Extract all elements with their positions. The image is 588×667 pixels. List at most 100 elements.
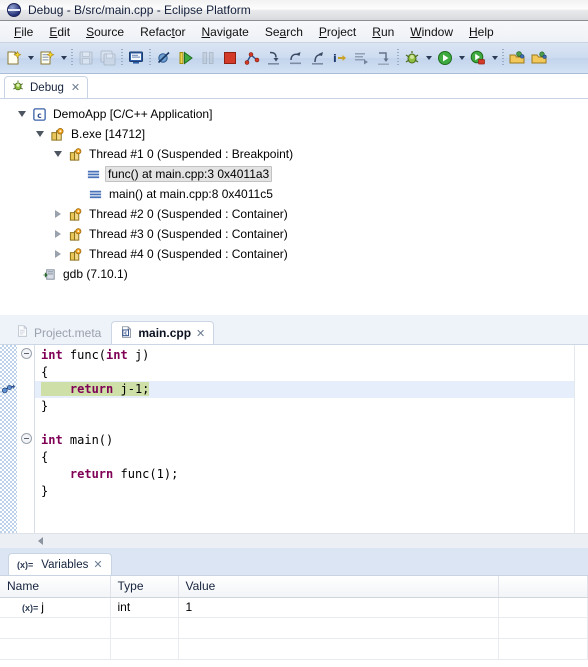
tree-row[interactable]: c DemoApp [C/C++ Application] [0, 104, 588, 124]
thread-icon [66, 206, 84, 222]
expand-twisty-icon[interactable] [50, 144, 66, 164]
column-header-type[interactable]: Type [110, 576, 179, 598]
tree-row[interactable]: Thread #4 0 (Suspended : Container) [0, 244, 588, 264]
new-file-icon[interactable] [3, 47, 25, 69]
debug-bug-icon[interactable] [401, 47, 423, 69]
debug-tree[interactable]: c DemoApp [C/C++ Application] B.exe [147… [0, 98, 588, 315]
collapse-twisty-icon[interactable] [50, 204, 66, 224]
collapse-twisty-icon[interactable] [50, 244, 66, 264]
code-line[interactable]: int func(int j) [35, 347, 574, 364]
tree-row[interactable]: Thread #2 0 (Suspended : Container) [0, 204, 588, 224]
instruction-step-icon[interactable]: i [329, 47, 351, 69]
tab-debug[interactable]: Debug ✕ [4, 76, 89, 98]
collapse-twisty-icon[interactable] [50, 224, 66, 244]
code-line-current[interactable]: return j-1; [35, 381, 574, 398]
open-folder-icon[interactable] [506, 47, 528, 69]
tree-row[interactable]: Thread #3 0 (Suspended : Container) [0, 224, 588, 244]
menu-item-project[interactable]: Project [311, 23, 364, 41]
tree-row[interactable]: func() at main.cpp:3 0x4011a3 [0, 164, 588, 184]
tab-project-meta-label: Project.meta [34, 325, 102, 340]
tab-project-meta[interactable]: Project.meta [8, 321, 109, 344]
debug-view-tab-strip: Debug ✕ [0, 74, 588, 98]
tree-row[interactable]: gdb (7.10.1) [0, 264, 588, 284]
fold-collapse-icon[interactable] [21, 433, 32, 444]
suspend-icon [197, 47, 219, 69]
tree-row[interactable]: B.exe [14712] [0, 124, 588, 144]
code-line[interactable]: } [35, 398, 574, 415]
expand-twisty-icon[interactable] [32, 124, 48, 144]
chevron-down-icon[interactable] [423, 47, 434, 69]
resume-icon[interactable] [175, 47, 197, 69]
tab-main-cpp[interactable]: c main.cpp ✕ [111, 321, 215, 344]
close-icon[interactable]: ✕ [71, 81, 80, 94]
close-icon[interactable]: ✕ [196, 327, 205, 340]
menu-item-source[interactable]: Source [78, 23, 132, 41]
step-into-icon[interactable] [263, 47, 285, 69]
scroll-left-icon[interactable] [38, 537, 43, 545]
debug-current-instruction-icon [1, 381, 16, 401]
empty-cell [0, 638, 111, 660]
fold-collapse-icon[interactable] [21, 348, 32, 359]
tree-row-label: main() at main.cpp:8 0x4011c5 [109, 187, 273, 201]
terminate-icon[interactable] [219, 47, 241, 69]
tree-row[interactable]: Thread #1 0 (Suspended : Breakpoint) [0, 144, 588, 164]
console-icon[interactable] [125, 47, 147, 69]
table-row[interactable] [0, 638, 588, 660]
chevron-down-icon[interactable] [456, 47, 467, 69]
editor-frame: int func(int j) { return j-1; } int main… [0, 344, 588, 548]
table-row[interactable]: (x)= j int 1 [0, 597, 588, 618]
toolbar-separator [121, 49, 123, 67]
chevron-down-icon[interactable] [489, 47, 500, 69]
step-return-icon[interactable] [307, 47, 329, 69]
close-icon[interactable]: ✕ [93, 558, 102, 571]
code-editor[interactable]: int func(int j) { return j-1; } int main… [35, 345, 574, 533]
variable-type-cell: int [110, 597, 179, 618]
empty-cell [178, 638, 499, 660]
variable-value-cell[interactable]: 1 [178, 597, 499, 618]
table-row[interactable] [0, 617, 588, 639]
editor-folding-ruler[interactable] [17, 345, 35, 533]
menu-item-refactor[interactable]: Refactor [132, 23, 193, 41]
column-header-value[interactable]: Value [178, 576, 499, 598]
chevron-down-icon[interactable] [58, 47, 69, 69]
empty-cell [498, 617, 588, 639]
tree-row[interactable]: main() at main.cpp:8 0x4011c5 [0, 184, 588, 204]
menu-item-run[interactable]: Run [364, 23, 402, 41]
menu-bar: File Edit Source Refactor Navigate Searc… [0, 21, 588, 43]
menu-item-file[interactable]: File [6, 23, 41, 41]
code-line[interactable]: { [35, 449, 574, 466]
tab-variables[interactable]: (x)= Variables ✕ [8, 553, 112, 575]
run-play-icon[interactable] [434, 47, 456, 69]
code-line[interactable]: } [35, 483, 574, 500]
column-header-name[interactable]: Name [0, 576, 111, 598]
editor-overview-ruler[interactable] [574, 345, 588, 533]
empty-cell [110, 617, 179, 639]
menu-item-search[interactable]: Search [257, 23, 311, 41]
code-line[interactable]: { [35, 364, 574, 381]
tree-row-label: Thread #2 0 (Suspended : Container) [89, 207, 288, 221]
menu-item-window[interactable]: Window [402, 23, 461, 41]
new-class-icon[interactable] [36, 47, 58, 69]
menu-item-help[interactable]: Help [461, 23, 502, 41]
profile-icon[interactable] [467, 47, 489, 69]
thread-icon [66, 226, 84, 242]
code-line[interactable]: return func(1); [35, 466, 574, 483]
variable-name-cell[interactable]: (x)= j [0, 597, 111, 618]
skip-breakpoints-icon[interactable] [153, 47, 175, 69]
editor-annotation-ruler[interactable] [0, 345, 17, 533]
open-folder-icon-2[interactable] [528, 47, 550, 69]
code-line[interactable]: int main() [35, 432, 574, 449]
menu-item-navigate[interactable]: Navigate [193, 23, 256, 41]
tree-row-label: gdb (7.10.1) [63, 267, 128, 281]
step-over-icon[interactable] [285, 47, 307, 69]
editor-horizontal-scrollbar[interactable] [0, 533, 588, 548]
code-line[interactable] [35, 415, 574, 432]
variables-tab-strip: (x)= Variables ✕ [0, 552, 588, 575]
menu-item-edit[interactable]: Edit [41, 23, 78, 41]
expand-twisty-icon[interactable] [14, 104, 30, 124]
disconnect-icon[interactable] [241, 47, 263, 69]
chevron-down-icon[interactable] [25, 47, 36, 69]
step-into-selection-icon[interactable] [351, 47, 373, 69]
toolbar-separator [149, 49, 151, 67]
drop-to-frame-icon[interactable] [373, 47, 395, 69]
